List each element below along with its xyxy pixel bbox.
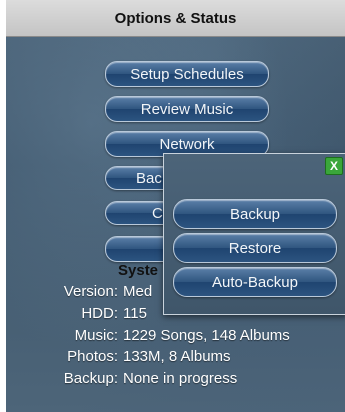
auto-backup-button[interactable]: Auto-Backup: [173, 267, 337, 297]
review-music-button[interactable]: Review Music: [105, 96, 269, 122]
music-value: 1229 Songs, 148 Albums: [123, 327, 290, 344]
close-icon[interactable]: X: [325, 157, 343, 175]
photos-label: Photos:: [67, 348, 118, 365]
window-title: Options & Status: [114, 9, 237, 27]
photos-value: 133M, 8 Albums: [123, 348, 231, 365]
setup-schedules-button[interactable]: Setup Schedules: [105, 61, 269, 87]
backup-popup: X Backup Restore Auto-Backup: [163, 153, 345, 315]
title-bar: Options & Status: [6, 0, 345, 37]
restore-button[interactable]: Restore: [173, 233, 337, 263]
backup-status-value: None in progress: [123, 370, 238, 387]
version-value: Med: [123, 283, 153, 300]
hdd-value: 115: [123, 305, 147, 322]
hdd-label: HDD:: [81, 305, 118, 322]
version-label: Version:: [63, 283, 118, 300]
system-section-title: Syste: [118, 262, 159, 279]
music-label: Music:: [74, 327, 118, 344]
options-status-window: Options & Status Setup Schedules Review …: [6, 0, 345, 412]
backup-status-label: Backup:: [63, 370, 118, 387]
backup-button[interactable]: Backup: [173, 199, 337, 229]
